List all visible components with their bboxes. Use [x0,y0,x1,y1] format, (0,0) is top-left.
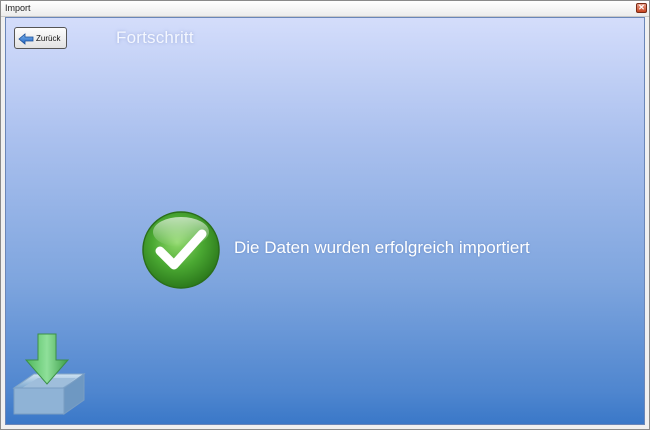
import-window: Import ✕ Zurück Fortschritt Die Daten wu… [0,0,650,430]
close-icon: ✕ [638,3,645,12]
import-content-area: Zurück Fortschritt Die Daten wurden erfo… [5,17,645,425]
window-title: Import [5,3,31,13]
back-button-label: Zurück [36,33,61,43]
back-arrow-icon [18,32,34,45]
status-message: Die Daten wurden erfolgreich importiert [234,238,530,257]
title-bar: Import ✕ [1,1,649,17]
back-button[interactable]: Zurück [14,27,67,49]
import-tray-icon [12,330,86,418]
page-title: Fortschritt [116,28,194,47]
close-button[interactable]: ✕ [636,3,647,13]
checkmark-icon [141,210,221,290]
